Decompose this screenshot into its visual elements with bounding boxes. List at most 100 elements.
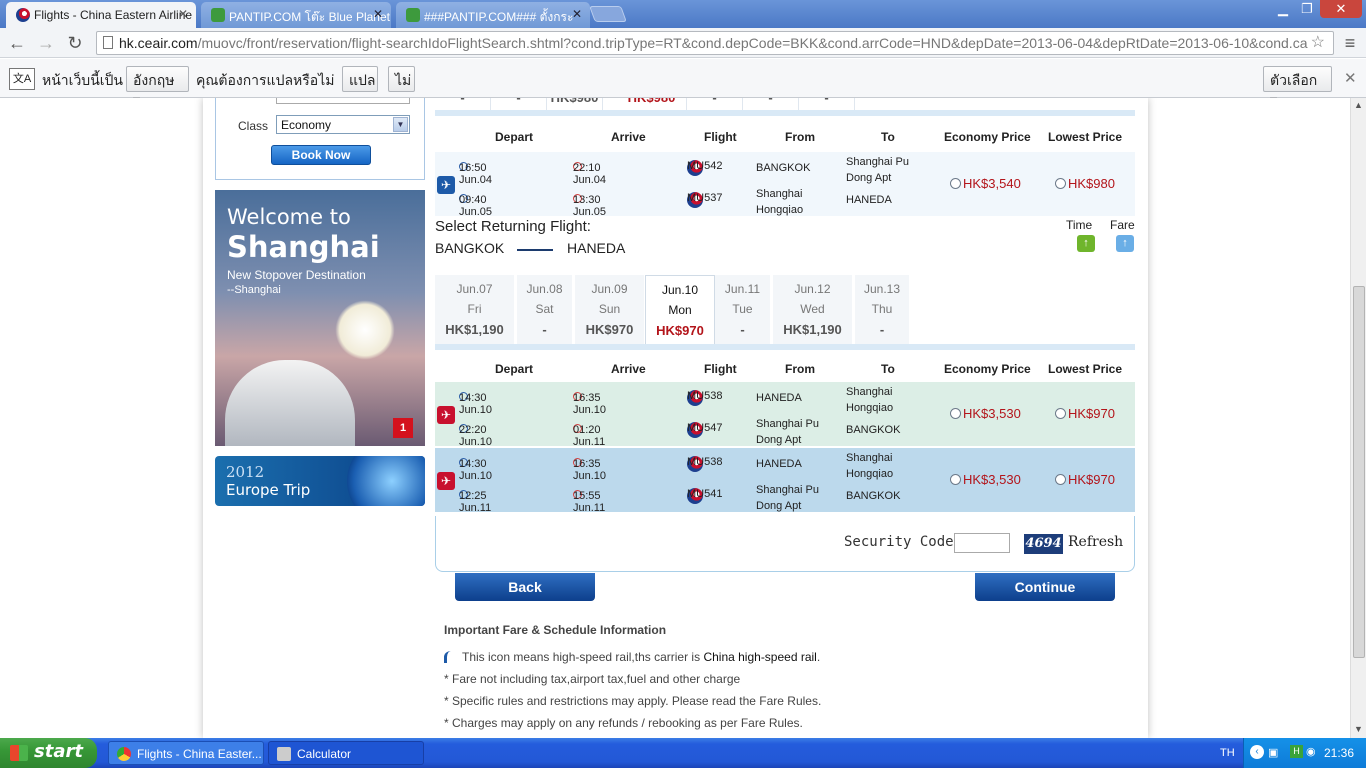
- outbound-date-cell[interactable]: -: [799, 98, 855, 110]
- translate-icon: 文A: [9, 68, 35, 90]
- show-hidden-icons-icon[interactable]: ‹: [1250, 745, 1264, 759]
- options-button[interactable]: ตัวเลือก ▾: [1263, 66, 1332, 108]
- return-date-input[interactable]: [276, 98, 410, 104]
- no-translate-button[interactable]: ไม่: [388, 66, 415, 92]
- return-date-cell-selected[interactable]: Jun.10 Mon HK$970: [645, 275, 715, 349]
- refresh-captcha-link[interactable]: Refresh: [1068, 534, 1123, 550]
- sort-fare-label: Fare: [1110, 218, 1135, 232]
- return-flight-row[interactable]: ✈ 14:30 Jun.10 16:35 Jun.10 MU538 HANEDA…: [435, 382, 1135, 448]
- close-tab-icon[interactable]: ✕: [373, 7, 383, 21]
- outbound-date-cell[interactable]: -: [743, 98, 799, 110]
- security-code-input[interactable]: [954, 533, 1010, 553]
- taskbar-app-browser[interactable]: Flights - China Easter...: [108, 741, 264, 765]
- outbound-flight-row[interactable]: ✈ 16:50 Jun.04 22:10 Jun.04 MU542 BANGKO…: [435, 152, 1135, 218]
- scroll-up-icon[interactable]: ▲: [1354, 100, 1363, 110]
- close-translate-icon[interactable]: ✕: [1344, 69, 1357, 87]
- translate-prompt: หน้าเว็บนี้เป็น: [42, 72, 124, 88]
- address-bar[interactable]: hk.ceair.com/muovc/front/reservation/fli…: [96, 31, 1334, 55]
- input-language[interactable]: TH: [1220, 747, 1235, 759]
- outbound-table-header: Depart Arrive Flight From To Economy Pri…: [435, 124, 1135, 148]
- continue-button[interactable]: Continue: [975, 573, 1115, 601]
- col-depart: Depart: [495, 130, 534, 144]
- return-date-cell[interactable]: Jun.12 Wed HK$1,190: [773, 275, 853, 349]
- volume-icon[interactable]: ◉: [1306, 745, 1316, 758]
- close-tab-icon[interactable]: ✕: [178, 7, 188, 21]
- outbound-date-cell[interactable]: -: [687, 98, 743, 110]
- page-scrollbar[interactable]: ▲ ▼: [1350, 98, 1366, 738]
- browser-titlebar: Flights - China Eastern Airline ✕ PANTIP…: [0, 0, 1366, 28]
- back-button[interactable]: Back: [455, 573, 595, 601]
- fare-note: * Specific rules and restrictions may ap…: [444, 694, 822, 708]
- radio-icon: [950, 178, 961, 189]
- flight-number: MU538: [687, 456, 723, 468]
- economy-price-option[interactable]: HK$3,530: [950, 406, 1021, 421]
- translate-bar: 文A หน้าเว็บนี้เป็น อังกฤษ ▾ คุณต้องการแป…: [0, 59, 1366, 108]
- col-economy: Economy Price: [944, 362, 1031, 376]
- banner-page-badge[interactable]: 1: [393, 418, 413, 438]
- outbound-date-cell[interactable]: HK$980: [547, 98, 603, 110]
- banner2-year: 2012: [226, 463, 265, 481]
- tray-app-icon[interactable]: H: [1290, 745, 1303, 758]
- forward-arrow-icon[interactable]: →: [34, 32, 58, 54]
- tab-pantip-2[interactable]: ###PANTIP.COM### ตั้งกระ ✕: [396, 2, 590, 28]
- taskbar-app-calculator[interactable]: Calculator: [268, 741, 424, 765]
- banner-line4: --Shanghai: [227, 284, 281, 296]
- return-date-cell[interactable]: Jun.09 Sun HK$970: [575, 275, 645, 349]
- china-eastern-favicon-icon: [16, 8, 30, 22]
- flight-number: MU547: [687, 422, 723, 434]
- train-image: [225, 360, 355, 446]
- return-date-cell[interactable]: Jun.11 Tue -: [715, 275, 771, 349]
- outbound-date-cell[interactable]: -: [491, 98, 547, 110]
- return-date-cell[interactable]: Jun.07 Fri HK$1,190: [435, 275, 515, 349]
- network-icon[interactable]: ▣: [1268, 746, 1278, 759]
- language-select[interactable]: อังกฤษ ▾: [126, 66, 189, 108]
- flight-number: MU541: [687, 488, 723, 500]
- minimize-icon[interactable]: ▁: [1270, 0, 1296, 18]
- new-tab-button[interactable]: [589, 6, 627, 22]
- rail-carrier-link[interactable]: China high-speed rail: [703, 650, 816, 664]
- lowest-price-option[interactable]: HK$970: [1055, 472, 1115, 487]
- economy-price-option[interactable]: HK$3,540: [950, 176, 1021, 191]
- url-host: hk.ceair.com: [119, 35, 198, 51]
- pantip-favicon-icon: [211, 8, 225, 22]
- class-select[interactable]: Economy ▼: [276, 115, 410, 134]
- maximize-icon[interactable]: ❐: [1294, 0, 1320, 18]
- shanghai-banner[interactable]: Welcome to Shanghai New Stopover Destina…: [215, 190, 425, 446]
- sort-fare-up-icon[interactable]: ↑: [1116, 235, 1134, 252]
- economy-price-option[interactable]: HK$3,530: [950, 472, 1021, 487]
- scroll-thumb[interactable]: [1353, 286, 1365, 658]
- close-window-icon[interactable]: ✕: [1320, 0, 1362, 18]
- clock[interactable]: 21:36: [1324, 746, 1354, 760]
- flight-number: MU538: [687, 390, 723, 402]
- outbound-date-cell-selected[interactable]: HK$980: [617, 98, 687, 110]
- lowest-price-option[interactable]: HK$980: [1055, 176, 1115, 191]
- tab-flights[interactable]: Flights - China Eastern Airline ✕: [6, 2, 196, 28]
- arrive-time: 16:35 Jun.10: [573, 458, 607, 482]
- menu-icon[interactable]: ≡: [1338, 32, 1362, 54]
- book-now-button[interactable]: Book Now: [271, 145, 371, 165]
- tab-title: ###PANTIP.COM### ตั้งกระ: [424, 10, 574, 24]
- col-arrive: Arrive: [611, 130, 646, 144]
- depart-time: 22:20 Jun.10: [459, 424, 493, 448]
- close-tab-icon[interactable]: ✕: [572, 7, 582, 21]
- reload-icon[interactable]: ↻: [63, 32, 87, 54]
- start-button[interactable]: start: [0, 738, 97, 768]
- fare-note: * Fare not including tax,airport tax,fue…: [444, 672, 741, 686]
- europe-trip-banner[interactable]: 2012 Europe Trip: [215, 456, 425, 506]
- chrome-icon: [117, 747, 131, 761]
- route-origin: BANGKOK: [435, 240, 505, 256]
- scroll-down-icon[interactable]: ▼: [1354, 724, 1363, 734]
- bookmark-star-icon[interactable]: ☆: [1311, 32, 1325, 54]
- banner-line1: Welcome to: [227, 205, 351, 229]
- return-date-cell[interactable]: Jun.08 Sat -: [517, 275, 573, 349]
- sort-time-up-icon[interactable]: ↑: [1077, 235, 1095, 252]
- outbound-date-cell[interactable]: -: [435, 98, 491, 110]
- return-flight-row[interactable]: ✈ 14:30 Jun.10 16:35 Jun.10 MU538 HANEDA…: [435, 448, 1135, 514]
- back-arrow-icon[interactable]: ←: [5, 32, 29, 54]
- col-flight: Flight: [704, 130, 737, 144]
- class-label: Class: [238, 119, 269, 133]
- translate-button[interactable]: แปล: [342, 66, 378, 92]
- tab-pantip-blue-planet[interactable]: PANTIP.COM โต๊ะ Blue Planet ✕: [201, 2, 391, 28]
- return-date-cell[interactable]: Jun.13 Thu -: [855, 275, 910, 349]
- lowest-price-option[interactable]: HK$970: [1055, 406, 1115, 421]
